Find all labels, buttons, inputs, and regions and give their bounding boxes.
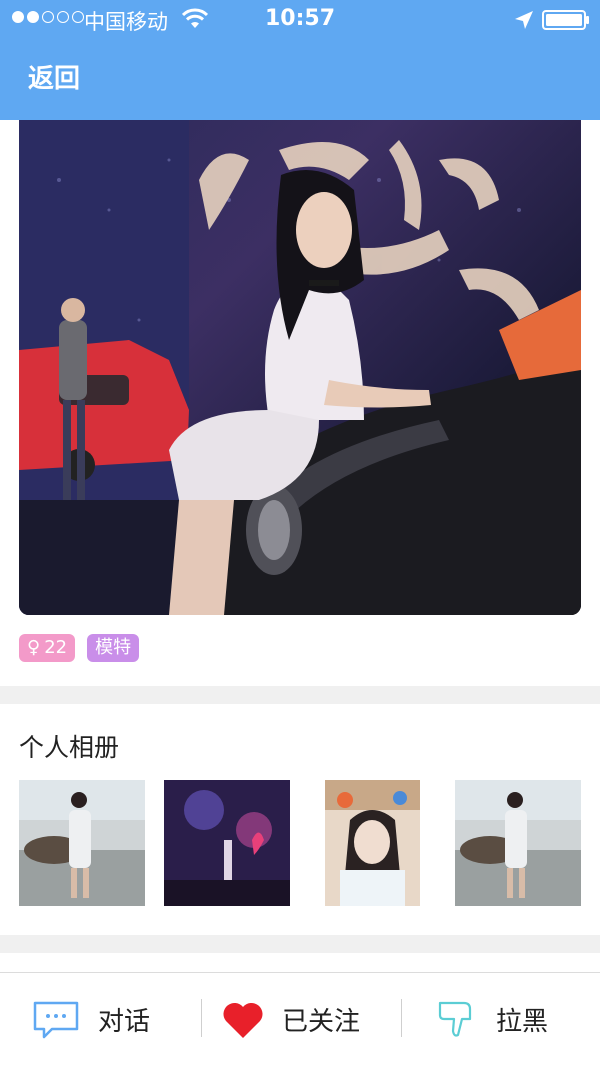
chat-bubble-icon [33, 1001, 79, 1038]
battery-icon [542, 10, 589, 30]
profile-tags: ♀ 22 模特 [19, 634, 140, 662]
block-button[interactable]: 拉黑 [436, 973, 548, 1065]
status-bar: 中国移动 10:57 [0, 0, 600, 40]
clock: 10:57 [264, 6, 336, 31]
profile-photo[interactable] [19, 120, 581, 615]
follow-button[interactable]: 已关注 [222, 973, 360, 1065]
heart-icon [223, 1002, 263, 1038]
section-divider [0, 935, 600, 953]
bottom-action-bar: 对话 已关注 拉黑 [0, 972, 600, 1065]
age-gender-badge: ♀ 22 [19, 634, 76, 662]
action-divider [201, 999, 202, 1037]
album-photo-2[interactable] [164, 780, 290, 906]
occupation-badge: 模特 [87, 634, 140, 662]
album-photo-3[interactable] [325, 780, 420, 906]
back-button[interactable]: 返回 [28, 58, 80, 95]
age-value: 22 [44, 637, 68, 658]
thumbs-down-icon [438, 1001, 472, 1037]
album-photo-1[interactable] [19, 780, 145, 906]
female-icon: ♀ [27, 637, 41, 658]
chat-label: 对话 [98, 1007, 151, 1037]
chat-button[interactable]: 对话 [32, 973, 150, 1065]
album-photo-4[interactable] [455, 780, 581, 906]
location-arrow-icon [515, 11, 533, 29]
album-title: 个人相册 [19, 733, 120, 762]
top-bar: 中国移动 10:57 返回 [0, 0, 600, 120]
profile-photo-image [19, 120, 581, 615]
block-label: 拉黑 [496, 1007, 549, 1037]
action-divider [401, 999, 402, 1037]
section-divider [0, 686, 600, 704]
follow-label: 已关注 [282, 1007, 361, 1037]
